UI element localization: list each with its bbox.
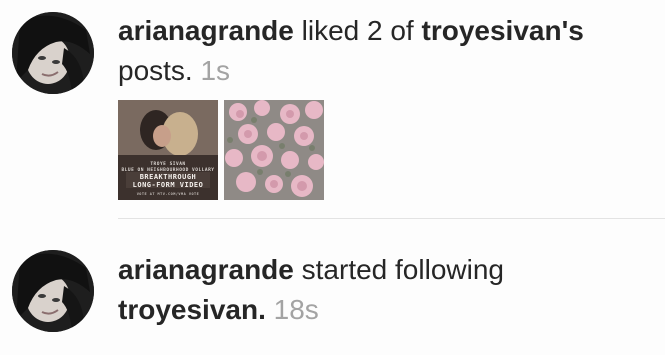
avatar[interactable] — [12, 12, 94, 94]
divider — [118, 218, 665, 219]
target-username-link[interactable]: troyesivan's — [422, 15, 584, 46]
username-link[interactable]: arianagrande — [118, 15, 294, 46]
flowers-image — [224, 100, 324, 200]
activity-feed: arianagrande liked 2 of troyesivan's post… — [0, 0, 665, 355]
notification-follow[interactable]: arianagrande started following troyesivan… — [0, 220, 665, 355]
notification-like[interactable]: arianagrande liked 2 of troyesivan's post… — [0, 0, 665, 219]
profile-photo — [12, 12, 94, 94]
timestamp: 18s — [273, 294, 319, 325]
post-thumbnail[interactable] — [224, 100, 324, 200]
action-text: liked 2 of — [301, 15, 414, 46]
profile-photo — [12, 250, 94, 332]
avatar[interactable] — [12, 250, 94, 332]
notification-text: arianagrande started following troyesivan… — [118, 250, 658, 330]
poster-footer: VOTE AT MTV.COM/VMA VOTE — [136, 192, 200, 196]
target-username-link[interactable]: troyesivan. — [118, 294, 266, 325]
notification-text: arianagrande liked 2 of troyesivan's post… — [118, 11, 658, 91]
action-suffix: posts. — [118, 55, 193, 86]
post-thumbnail[interactable]: TROYE SIVAN BLUE ON NEIGHBOURHOOD VOLLARY… — [118, 100, 218, 200]
timestamp: 1s — [200, 55, 231, 86]
username-link[interactable]: arianagrande — [118, 254, 294, 285]
action-text: started following — [301, 254, 504, 285]
poster-caption-big: BREAKTHROUGH LONG-FORM VIDEO — [132, 173, 204, 189]
